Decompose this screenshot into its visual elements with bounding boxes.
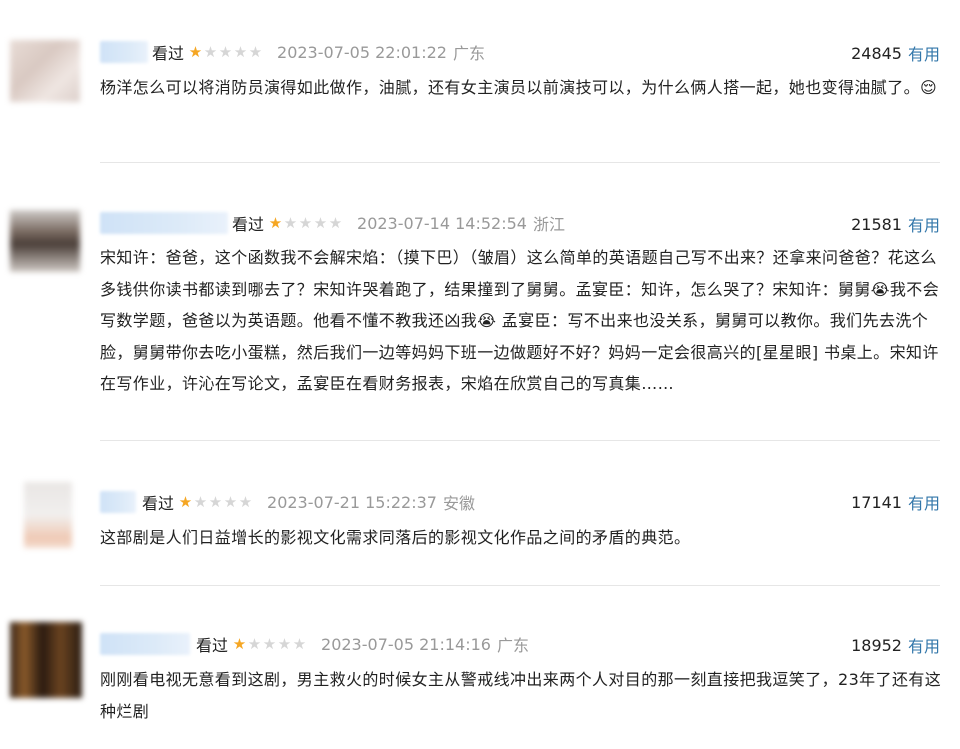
comment-location: 浙江 (532, 215, 565, 234)
rating-stars: ★ ★ ★ ★ ★ (232, 635, 307, 653)
star-empty-icon: ★ (193, 493, 208, 511)
star-empty-icon: ★ (328, 214, 343, 232)
comment-text: 刚刚看电视无意看到这剧，男主救火的时候女主从警戒线冲出来两个人对目的那一刻直接把… (100, 670, 942, 721)
avatar[interactable] (10, 622, 82, 698)
username-link[interactable] (100, 41, 148, 63)
star-empty-icon: ★ (208, 493, 223, 511)
star-empty-icon: ★ (248, 43, 263, 61)
star-empty-icon: ★ (247, 635, 262, 653)
username-link[interactable] (100, 491, 136, 513)
comment-meta: 看过 ★ ★ ★ ★ ★ 2023-07-14 14:52:54 浙江 (232, 211, 565, 235)
star-empty-icon: ★ (218, 43, 233, 61)
comment-text: 杨洋怎么可以将消防员演得如此做作，油腻，还有女主演员以前演技可以，为什么俩人搭一… (100, 78, 938, 97)
star-empty-icon: ★ (298, 214, 313, 232)
comment-timestamp: 2023-07-05 21:14:16 (321, 634, 491, 654)
star-empty-icon: ★ (277, 635, 292, 653)
username-link[interactable] (100, 633, 190, 655)
vote-count: 17141 (851, 492, 902, 512)
vote-area: 18952 有用 (851, 633, 940, 657)
comment-timestamp: 2023-07-21 15:22:37 (267, 492, 437, 512)
vote-area: 17141 有用 (851, 490, 940, 514)
star-filled-icon: ★ (232, 635, 247, 653)
avatar[interactable] (24, 482, 72, 548)
star-empty-icon: ★ (233, 43, 248, 61)
vote-area: 24845 有用 (851, 41, 940, 65)
rating-stars: ★ ★ ★ ★ ★ (188, 43, 263, 61)
rating-stars: ★ ★ ★ ★ ★ (178, 493, 253, 511)
star-filled-icon: ★ (188, 43, 203, 61)
comment-timestamp: 2023-07-14 14:52:54 (357, 213, 527, 233)
star-empty-icon: ★ (223, 493, 238, 511)
divider (100, 162, 940, 163)
star-empty-icon: ★ (262, 635, 277, 653)
star-filled-icon: ★ (268, 214, 283, 232)
comment-location: 广东 (496, 636, 529, 655)
comment-meta: 看过 ★ ★ ★ ★ ★ 2023-07-21 15:22:37 安徽 (142, 490, 475, 514)
comment-location: 安徽 (442, 494, 475, 513)
vote-count: 21581 (851, 214, 902, 234)
username-link[interactable] (100, 212, 228, 234)
avatar[interactable] (10, 210, 80, 272)
star-filled-icon: ★ (178, 493, 193, 511)
star-empty-icon: ★ (238, 493, 253, 511)
divider (100, 440, 940, 441)
comment-meta: 看过 ★ ★ ★ ★ ★ 2023-07-05 21:14:16 广东 (196, 632, 529, 656)
watched-label: 看过 (152, 44, 185, 63)
avatar[interactable] (10, 40, 80, 102)
star-empty-icon: ★ (313, 214, 328, 232)
useful-button[interactable]: 有用 (908, 212, 940, 236)
useful-button[interactable]: 有用 (908, 41, 940, 65)
star-empty-icon: ★ (292, 635, 307, 653)
comment-meta: 看过 ★ ★ ★ ★ ★ 2023-07-05 22:01:22 广东 (152, 40, 485, 64)
watched-label: 看过 (142, 494, 175, 513)
divider (100, 585, 940, 586)
vote-area: 21581 有用 (851, 212, 940, 236)
useful-button[interactable]: 有用 (908, 633, 940, 657)
comment-location: 广东 (452, 44, 485, 63)
star-empty-icon: ★ (283, 214, 298, 232)
comment-timestamp: 2023-07-05 22:01:22 (277, 42, 447, 62)
vote-count: 18952 (851, 635, 902, 655)
vote-count: 24845 (851, 43, 902, 63)
comment-text: 宋知许：爸爸，这个函数我不会解宋焰：（摸下巴）（皱眉）这么简单的英语题自己写不出… (100, 248, 940, 393)
rating-stars: ★ ★ ★ ★ ★ (268, 214, 343, 232)
star-empty-icon: ★ (203, 43, 218, 61)
comment-text: 这部剧是人们日益增长的影视文化需求同落后的影视文化作品之间的矛盾的典范。 (100, 528, 691, 547)
watched-label: 看过 (232, 215, 265, 234)
useful-button[interactable]: 有用 (908, 490, 940, 514)
watched-label: 看过 (196, 636, 229, 655)
